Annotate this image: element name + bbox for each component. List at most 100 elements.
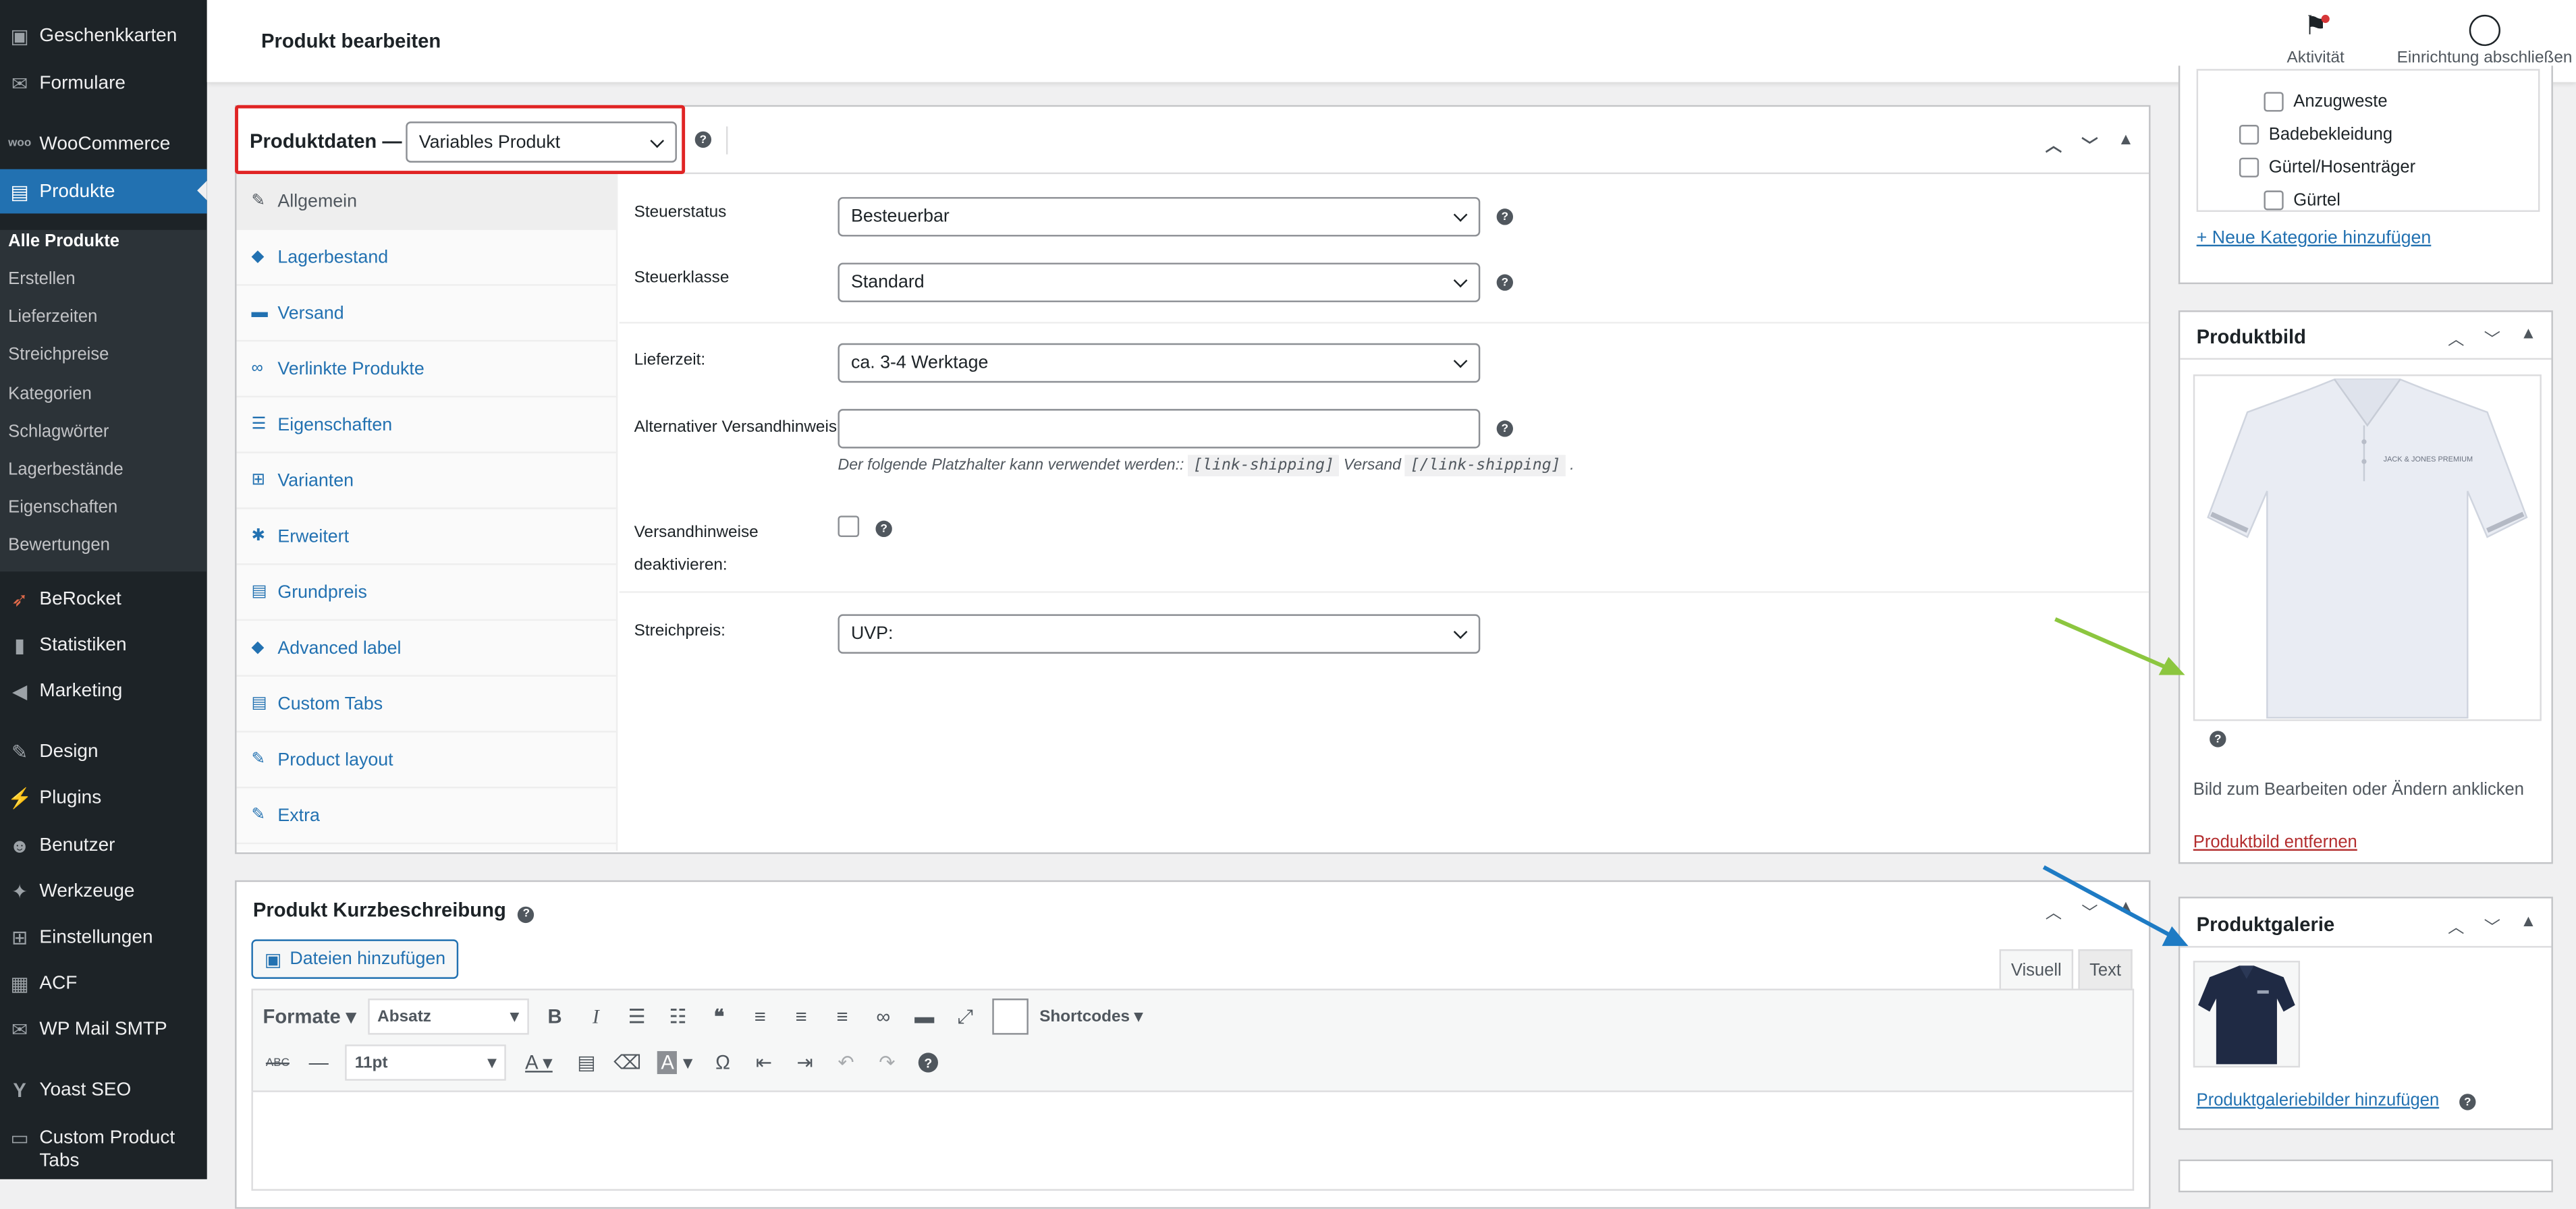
- submenu-lagerbestaende[interactable]: Lagerbestände: [8, 460, 124, 480]
- move-down-icon[interactable]: ﹀: [2479, 325, 2505, 350]
- editor-content-area[interactable]: [251, 1092, 2135, 1191]
- paragraph-select[interactable]: Absatz ▾: [367, 999, 529, 1035]
- add-category-link[interactable]: + Neue Kategorie hinzufügen: [2197, 228, 2432, 248]
- submenu-kategorien[interactable]: Kategorien: [8, 385, 92, 404]
- font-size-select[interactable]: 11pt ▾: [345, 1044, 506, 1081]
- tab-verlinkte-produkte[interactable]: ∞ Verlinkte Produkte: [236, 341, 618, 398]
- menu-item-custom-product-tabs[interactable]: ▭ Custom Product Tabs: [0, 1127, 207, 1173]
- help-icon[interactable]: ?: [2459, 1094, 2476, 1110]
- help-icon[interactable]: ?: [518, 905, 535, 922]
- tab-lagerbestand[interactable]: ◆ Lagerbestand: [236, 230, 618, 286]
- move-down-icon[interactable]: ﹀: [2479, 913, 2505, 938]
- indent-icon[interactable]: ⇥: [790, 1044, 820, 1081]
- category-checkbox[interactable]: [2264, 92, 2284, 112]
- tab-eigenschaften[interactable]: ☰ Eigenschaften: [236, 397, 618, 453]
- tab-extra[interactable]: ✎ Extra: [236, 788, 618, 845]
- help-icon[interactable]: ?: [2210, 731, 2226, 748]
- menu-item-einstellungen[interactable]: ⊞ Einstellungen: [0, 926, 207, 949]
- align-center-icon[interactable]: ≡: [786, 999, 816, 1035]
- menu-item-marketing[interactable]: ◀ Marketing: [0, 680, 207, 703]
- menu-item-plugins[interactable]: ⚡ Plugins: [0, 787, 207, 810]
- toggle-icon[interactable]: ▲: [2515, 913, 2542, 938]
- menu-item-wp-mail-smtp[interactable]: ✉ WP Mail SMTP: [0, 1018, 207, 1041]
- help-icon[interactable]: ?: [875, 520, 892, 538]
- add-gallery-link[interactable]: Produktgaleriebilder hinzufügen: [2197, 1090, 2440, 1110]
- align-left-icon[interactable]: ≡: [745, 999, 775, 1035]
- redo-icon[interactable]: ↷: [873, 1044, 902, 1081]
- numbered-list-icon[interactable]: ☷: [663, 999, 693, 1035]
- help-icon[interactable]: ?: [694, 131, 712, 148]
- tax-class-select[interactable]: Standard: [838, 262, 1481, 302]
- help-icon[interactable]: ?: [1496, 420, 1513, 437]
- delivery-select[interactable]: ca. 3-4 Werktage: [838, 343, 1481, 383]
- tab-product-layout[interactable]: ✎ Product layout: [236, 733, 618, 789]
- fullscreen-icon[interactable]: ⤢: [951, 999, 981, 1035]
- submenu-eigenschaften[interactable]: Eigenschaften: [8, 498, 117, 517]
- submenu-bewertungen[interactable]: Bewertungen: [8, 536, 110, 555]
- help-icon[interactable]: ?: [913, 1044, 943, 1081]
- bullet-list-icon[interactable]: ☰: [622, 999, 652, 1035]
- toggle-icon[interactable]: ▲: [2113, 132, 2139, 157]
- shortcodes-dropdown[interactable]: Shortcodes ▾: [1039, 999, 1143, 1035]
- move-up-icon[interactable]: ︿: [2040, 132, 2066, 156]
- category-checkbox[interactable]: [2264, 190, 2284, 210]
- tab-versand[interactable]: ▬ Versand: [236, 286, 618, 342]
- finish-setup-button[interactable]: Einrichtung abschließen: [2397, 10, 2572, 67]
- category-checkbox[interactable]: [2239, 157, 2259, 177]
- menu-item-geschenkkarten[interactable]: ▣ Geschenkkarten: [0, 25, 207, 48]
- menu-item-produkte[interactable]: ▤ Produkte: [0, 169, 207, 214]
- toggle-icon[interactable]: ▲: [2515, 325, 2542, 350]
- menu-item-acf[interactable]: ▦ ACF: [0, 972, 207, 995]
- blockquote-icon[interactable]: ❝: [705, 999, 734, 1035]
- text-color-icon[interactable]: A ▾: [518, 1044, 560, 1081]
- toolbar-toggle-icon[interactable]: [991, 999, 1029, 1035]
- tax-status-select[interactable]: Besteuerbar: [838, 197, 1481, 237]
- product-image[interactable]: JACK & JONES PREMIUM: [2193, 374, 2542, 721]
- submenu-erstellen[interactable]: Erstellen: [8, 269, 75, 289]
- horizontal-line-icon[interactable]: —: [304, 1044, 333, 1081]
- category-item[interactable]: Badebekleidung: [2239, 125, 2392, 145]
- tab-grundpreis[interactable]: ▤ Grundpreis: [236, 565, 618, 621]
- category-item[interactable]: Gürtel/Hosenträger: [2239, 157, 2415, 177]
- background-color-icon[interactable]: A ▾: [654, 1044, 696, 1081]
- gallery-thumbnail[interactable]: [2193, 961, 2301, 1068]
- tab-custom-tabs[interactable]: ▤ Custom Tabs: [236, 677, 618, 733]
- paste-text-icon[interactable]: ▤: [572, 1044, 601, 1081]
- submenu-schlagwoerter[interactable]: Schlagwörter: [8, 422, 109, 442]
- clear-formatting-icon[interactable]: ⌫: [613, 1044, 642, 1081]
- formats-dropdown[interactable]: Formate ▾: [263, 999, 356, 1035]
- special-character-icon[interactable]: Ω: [708, 1044, 738, 1081]
- menu-item-formulare[interactable]: ✉ Formulare: [0, 72, 207, 95]
- tab-varianten[interactable]: ⊞ Varianten: [236, 453, 618, 509]
- undo-icon[interactable]: ↶: [831, 1044, 861, 1081]
- bold-icon[interactable]: B: [540, 999, 570, 1035]
- activity-button[interactable]: ⚑ Aktivität: [2287, 10, 2345, 67]
- menu-item-design[interactable]: ✎ Design: [0, 741, 207, 764]
- menu-item-benutzer[interactable]: ☻ Benutzer: [0, 835, 207, 857]
- remove-image-link[interactable]: Produktbild entfernen: [2193, 833, 2357, 852]
- read-more-icon[interactable]: ▬: [910, 999, 939, 1035]
- help-icon[interactable]: ?: [1496, 208, 1513, 225]
- strikethrough-icon[interactable]: ABC: [263, 1044, 292, 1081]
- italic-icon[interactable]: I: [581, 999, 611, 1035]
- menu-item-werkzeuge[interactable]: ✦ Werkzeuge: [0, 880, 207, 903]
- outdent-icon[interactable]: ⇤: [749, 1044, 779, 1081]
- tab-allgemein[interactable]: ✎ Allgemein: [236, 174, 618, 230]
- submenu-streichpreise[interactable]: Streichpreise: [8, 345, 109, 364]
- menu-item-statistiken[interactable]: ▮ Statistiken: [0, 634, 207, 657]
- move-up-icon[interactable]: ︿: [2443, 325, 2469, 350]
- add-media-button[interactable]: ▣ Dateien hinzufügen: [251, 939, 459, 979]
- tab-erweitert[interactable]: ✱ Erweitert: [236, 509, 618, 565]
- move-down-icon[interactable]: ﹀: [2077, 132, 2103, 156]
- move-up-icon[interactable]: ︿: [2443, 913, 2469, 938]
- submenu-lieferzeiten[interactable]: Lieferzeiten: [8, 307, 97, 327]
- menu-item-yoast-seo[interactable]: Y Yoast SEO: [0, 1079, 207, 1102]
- disable-shipping-checkbox[interactable]: [838, 515, 860, 538]
- menu-item-berocket[interactable]: ➶ BeRocket: [0, 588, 207, 611]
- submenu-alle-produkte[interactable]: Alle Produkte: [8, 231, 119, 251]
- category-checkbox[interactable]: [2239, 125, 2259, 145]
- align-right-icon[interactable]: ≡: [827, 999, 857, 1035]
- menu-item-woocommerce[interactable]: woo WooCommerce: [0, 133, 207, 156]
- tab-advanced-label[interactable]: ◆ Advanced label: [236, 621, 618, 677]
- alt-shipping-input[interactable]: [838, 409, 1481, 449]
